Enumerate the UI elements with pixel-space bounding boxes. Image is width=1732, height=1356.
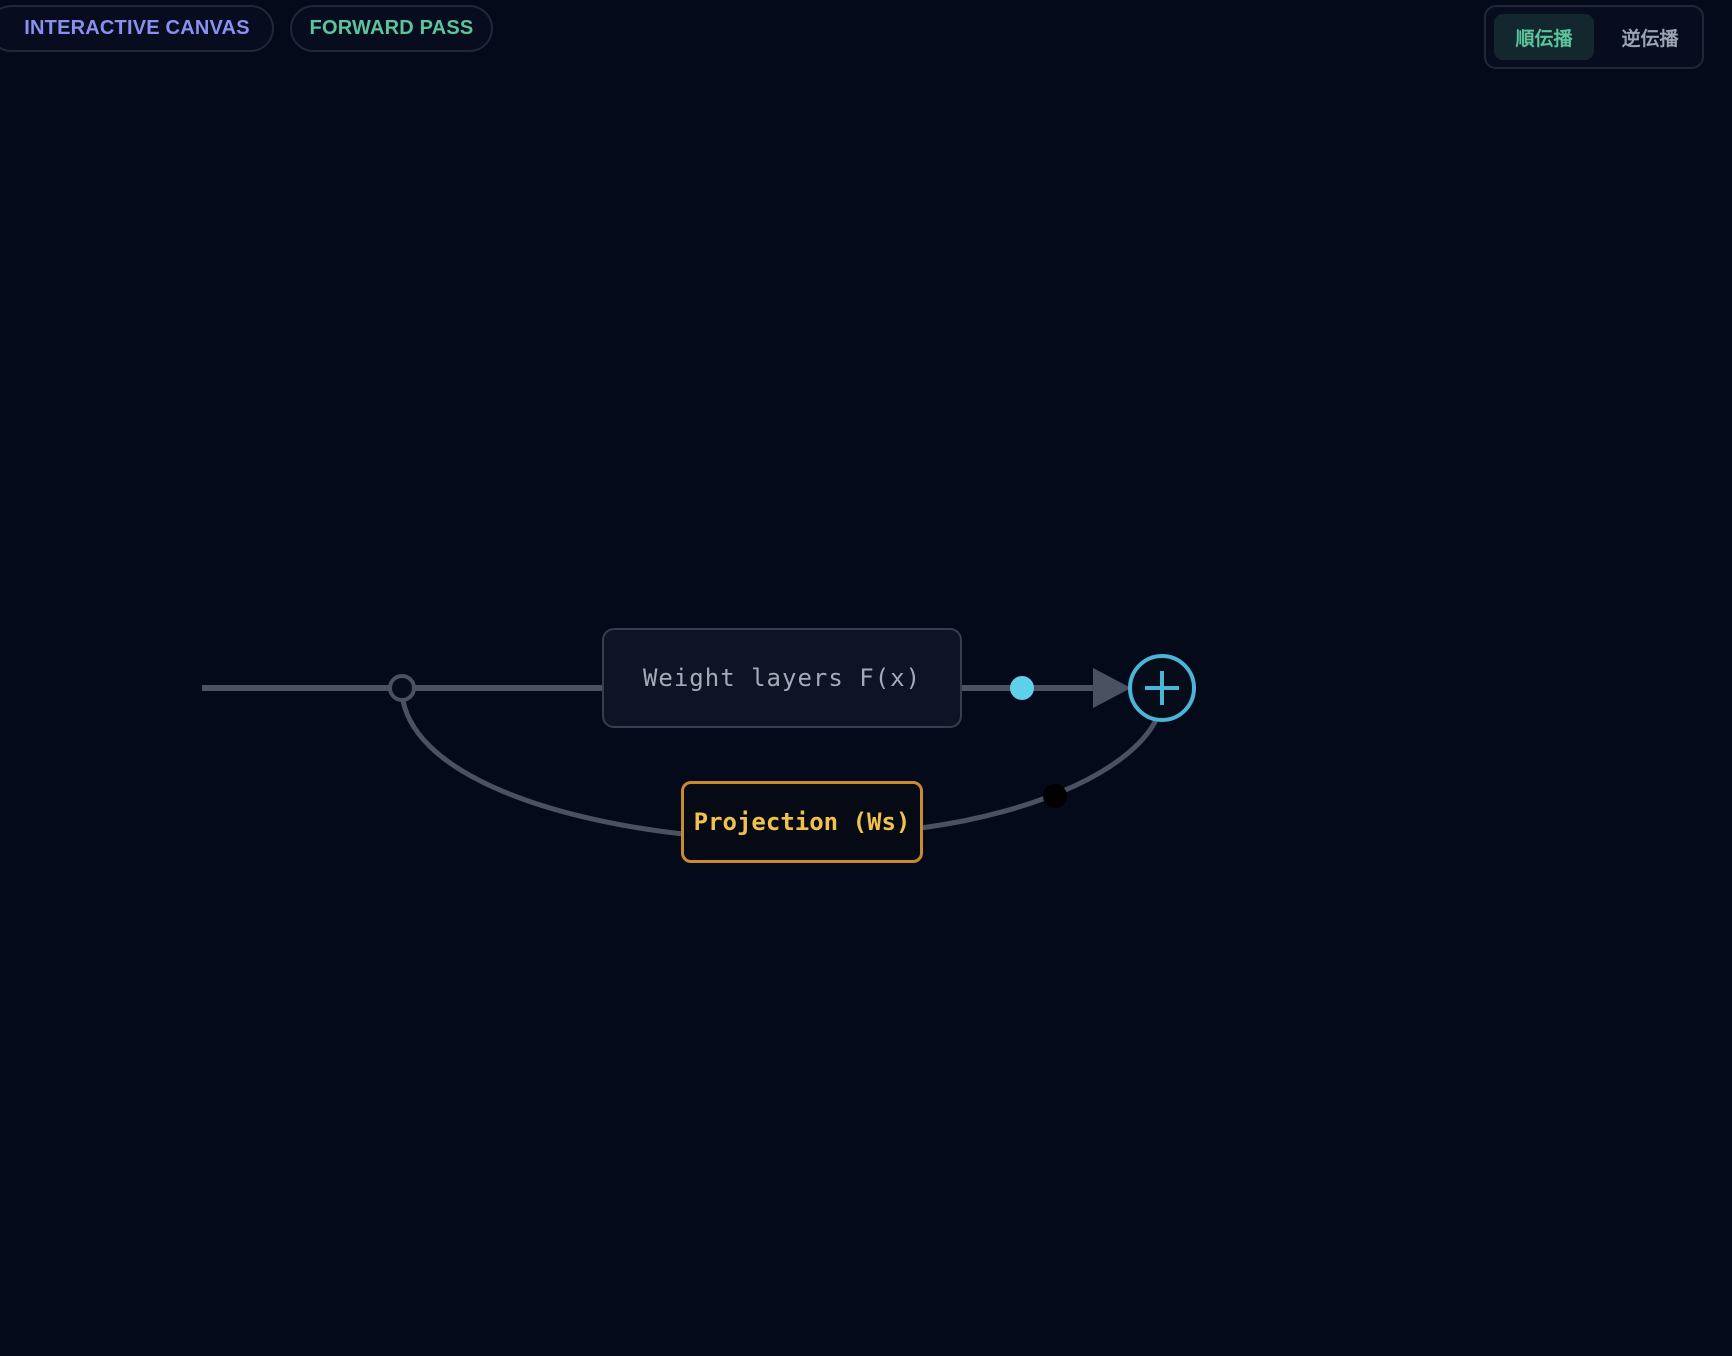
skip-signal-dot: [1043, 784, 1067, 808]
canvas-stage: INTERACTIVE CANVAS FORWARD PASS 順伝播 逆伝播: [0, 0, 1732, 1356]
weight-layers-node[interactable]: Weight layers F(x): [602, 628, 962, 728]
arrowhead-icon: [1093, 668, 1131, 708]
weight-layers-label: Weight layers F(x): [642, 664, 922, 692]
projection-label: Projection (Ws): [693, 808, 911, 836]
forward-signal-dot: [1010, 676, 1034, 700]
skip-edge-right: [920, 714, 1161, 831]
split-node-icon: [388, 674, 416, 702]
projection-node[interactable]: Projection (Ws): [681, 781, 923, 863]
